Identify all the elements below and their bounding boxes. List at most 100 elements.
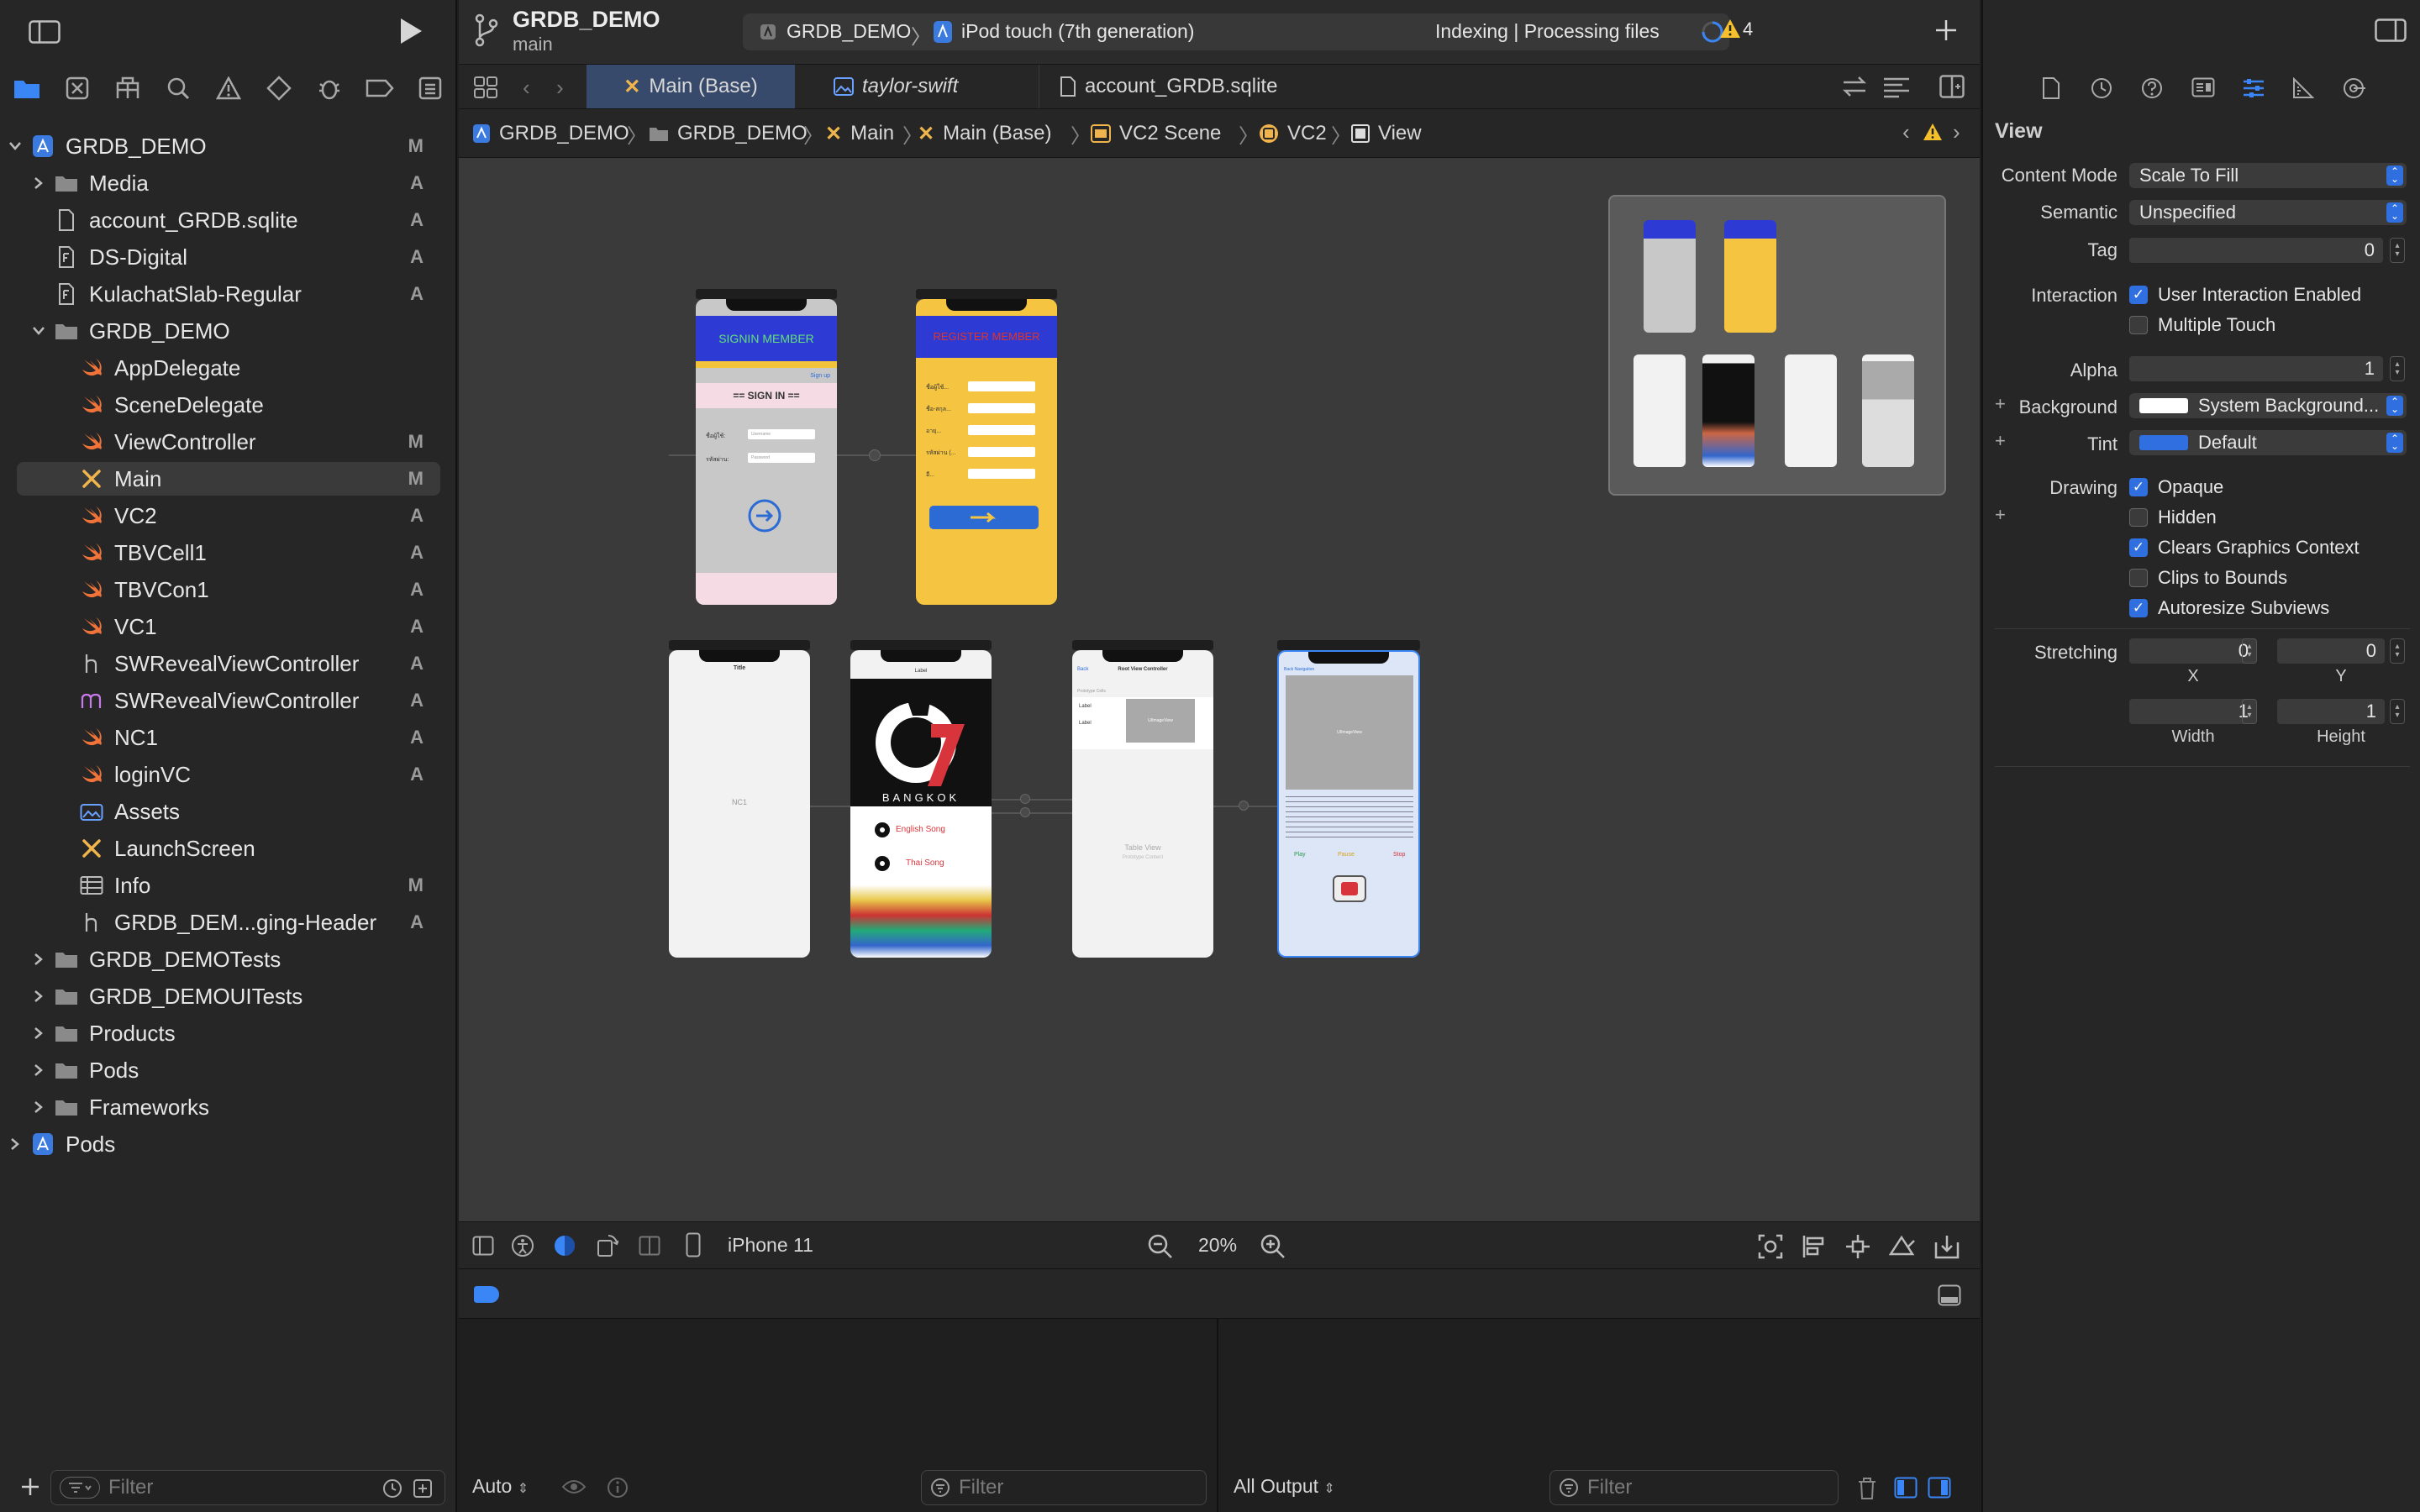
document-outline-icon[interactable] <box>472 1236 494 1256</box>
source-control-filter-icon[interactable] <box>413 1478 433 1499</box>
stretch-x-stepper[interactable]: ▴ ▾ <box>2242 638 2257 664</box>
tree-row[interactable]: Media A <box>17 166 440 200</box>
chevron-right-icon[interactable] <box>30 979 47 1013</box>
sidebar-toggle-icon[interactable] <box>29 20 60 44</box>
background-popup[interactable]: System Background... ⌃ ⌄ <box>2129 393 2407 418</box>
tab-account-sqlite[interactable]: account_GRDB.sqlite <box>1039 65 1299 108</box>
stretch-x-field[interactable]: 0 <box>2129 638 2257 664</box>
chevron-right-icon[interactable] <box>30 942 47 976</box>
chevron-right-icon[interactable] <box>30 1016 47 1050</box>
storyboard-canvas[interactable]: SIGNIN MEMBER Sign up == SIGN IN == ชื่อ… <box>459 158 1980 1221</box>
forward-arrow-icon[interactable]: › <box>556 75 564 101</box>
variables-scope-selector[interactable]: Auto ⇕ <box>472 1475 529 1498</box>
tree-row[interactable]: GRDB_DEMOUITests <box>17 979 440 1013</box>
opaque-checkbox[interactable]: ✓ Opaque <box>2129 476 2223 498</box>
output-selector[interactable]: All Output ⇕ <box>1234 1475 1335 1498</box>
nc1-scene[interactable]: Title NC1 <box>669 650 810 958</box>
tree-row[interactable]: SWRevealViewController A <box>17 647 440 680</box>
breadcrumb-scene[interactable]: VC2 Scene <box>1091 109 1221 158</box>
scene-title-bar[interactable] <box>850 640 992 650</box>
warning-count[interactable]: 4 <box>1743 18 1753 40</box>
console-filter-field[interactable]: Filter <box>1549 1470 1839 1505</box>
breadcrumb-project[interactable]: GRDB_DEMO <box>472 109 629 158</box>
scene-title-bar[interactable] <box>916 289 1057 299</box>
scene-title-bar[interactable] <box>1072 640 1213 650</box>
destination-selector[interactable]: iPod touch (7th generation) <box>961 20 1194 43</box>
stretch-width-field[interactable]: 1 <box>2129 699 2257 724</box>
stretch-height-field[interactable]: 1 <box>2277 699 2385 724</box>
breadcrumb-view[interactable]: View <box>1351 109 1422 158</box>
tree-row[interactable]: DS-Digital A <box>17 240 440 274</box>
find-icon[interactable] <box>161 71 195 106</box>
split-editor-icon[interactable] <box>1939 75 1965 98</box>
alpha-stepper[interactable]: ▴ ▾ <box>2390 356 2405 381</box>
tree-row[interactable]: LaunchScreen <box>17 832 440 865</box>
zoom-out-icon[interactable] <box>1148 1234 1173 1259</box>
clips-to-bounds-checkbox[interactable]: Clips to Bounds <box>2129 567 2287 589</box>
warning-icon[interactable] <box>1923 123 1943 141</box>
add-icon[interactable] <box>20 1477 40 1497</box>
stretch-y-field[interactable]: 0 <box>2277 638 2385 664</box>
breadcrumb-localization[interactable]: ✕ Main (Base) <box>918 109 1051 158</box>
breakpoint-icon[interactable] <box>363 71 397 106</box>
vc1-scene[interactable]: Label BANGKOK English Song Thai Song <box>850 650 992 958</box>
size-inspector-icon[interactable] <box>2292 77 2314 99</box>
chevron-right-icon[interactable] <box>30 166 47 200</box>
tree-row[interactable]: Products <box>17 1016 440 1050</box>
tree-row[interactable]: GRDB_DEMO M <box>9 129 440 163</box>
embed-in-icon[interactable] <box>1934 1234 1960 1259</box>
issue-icon[interactable] <box>212 71 245 106</box>
history-inspector-icon[interactable] <box>2091 77 2112 99</box>
tree-row[interactable]: Assets <box>17 795 440 828</box>
source-control-icon[interactable] <box>60 71 94 106</box>
accessibility-icon[interactable] <box>511 1234 534 1257</box>
device-name[interactable]: iPhone 11 <box>728 1234 813 1257</box>
tree-row[interactable]: Info M <box>17 869 440 902</box>
breadcrumb-group[interactable]: GRDB_DEMO <box>649 109 808 158</box>
register-scene[interactable]: REGISTER MEMBER ชื่อผู้ใช้... ชื่อ-สกุล.… <box>916 299 1057 605</box>
add-constraints-icon[interactable] <box>1845 1234 1870 1259</box>
tree-row[interactable]: GRDB_DEMOTests <box>17 942 440 976</box>
filter-options-icon[interactable] <box>60 1477 100 1499</box>
warning-icon[interactable] <box>1719 18 1741 39</box>
branch-name[interactable]: main <box>513 34 553 55</box>
tree-row[interactable]: loginVC A <box>17 758 440 791</box>
align-icon[interactable] <box>1802 1234 1827 1259</box>
tree-row[interactable]: Pods <box>17 1053 440 1087</box>
stretch-y-stepper[interactable]: ▴ ▾ <box>2390 638 2405 664</box>
orientation-icon[interactable] <box>597 1234 618 1257</box>
clears-graphics-checkbox[interactable]: ✓ Clears Graphics Context <box>2129 537 2360 559</box>
tree-row[interactable]: VC2 A <box>17 499 440 533</box>
tree-row[interactable]: TBVCon1 A <box>17 573 440 606</box>
content-mode-popup[interactable]: Scale To Fill ⌃ ⌄ <box>2129 163 2407 188</box>
zoom-level[interactable]: 20% <box>1198 1234 1237 1257</box>
tree-row[interactable]: GRDB_DEMO <box>17 314 440 348</box>
connections-inspector-icon[interactable] <box>2343 77 2366 99</box>
login-scene[interactable]: SIGNIN MEMBER Sign up == SIGN IN == ชื่อ… <box>696 299 837 605</box>
trash-icon[interactable] <box>1857 1477 1877 1500</box>
zoom-in-icon[interactable] <box>1260 1234 1286 1259</box>
stretch-width-stepper[interactable]: ▴ ▾ <box>2242 699 2257 724</box>
scene-title-bar[interactable] <box>1277 640 1420 650</box>
breadcrumb-file[interactable]: ✕ Main <box>825 109 894 158</box>
eye-icon[interactable] <box>561 1478 587 1495</box>
alpha-field[interactable]: 1 <box>2129 356 2383 381</box>
tab-taylor-swift[interactable]: taylor-swift <box>834 65 1018 108</box>
tree-row[interactable]: SWRevealViewController A <box>17 684 440 717</box>
segue-icon[interactable] <box>869 449 881 461</box>
autoresize-checkbox[interactable]: ✓ Autoresize Subviews <box>2129 597 2329 619</box>
segue-icon[interactable] <box>1239 801 1249 811</box>
semantic-popup[interactable]: Unspecified ⌃ ⌄ <box>2129 200 2407 225</box>
multiple-touch-checkbox[interactable]: Multiple Touch <box>2129 314 2275 336</box>
appearance-icon[interactable] <box>553 1234 576 1257</box>
test-icon[interactable] <box>262 71 296 106</box>
back-arrow-icon[interactable]: ‹ <box>523 75 530 101</box>
vc2-scene[interactable]: Back Navigation UIImageView Play Pause S… <box>1277 650 1420 958</box>
info-icon[interactable] <box>607 1477 629 1499</box>
chevron-right-icon[interactable] <box>30 1053 47 1087</box>
project-navigator-icon[interactable] <box>10 71 44 106</box>
inspector-toggle-icon[interactable] <box>2375 18 2407 42</box>
related-items-icon[interactable] <box>474 76 497 98</box>
tag-stepper[interactable]: ▴ ▾ <box>2390 238 2405 263</box>
hidden-checkbox[interactable]: Hidden <box>2129 507 2217 528</box>
